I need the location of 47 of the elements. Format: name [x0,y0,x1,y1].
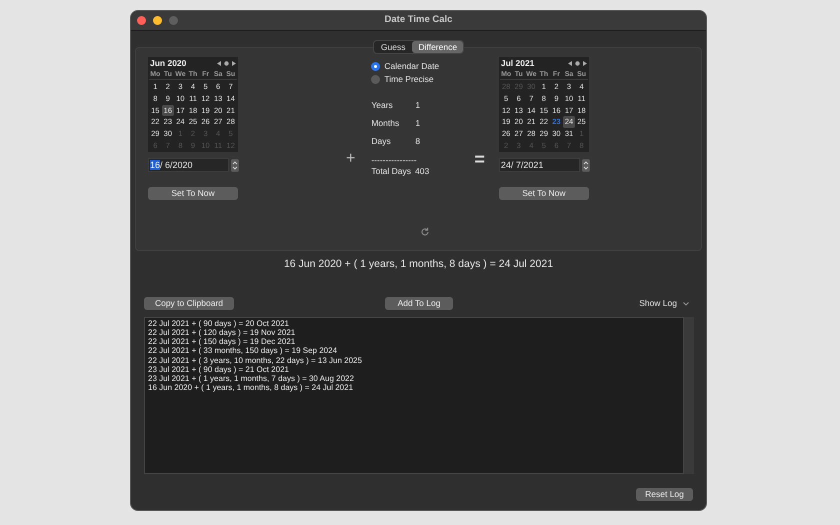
reset-log-button[interactable]: Reset Log [636,488,693,501]
add-to-log-button[interactable]: Add To Log [385,297,453,310]
total-label: Total Days [371,164,412,178]
separator-text: ---------------- [371,155,418,165]
radio-option[interactable]: Calendar Date [371,60,472,73]
previous-month-icon[interactable] [217,60,221,66]
total-value: 403 [415,164,430,178]
difference-value: 1 [415,116,420,130]
copy-button[interactable]: Copy to Clipboard [144,297,234,310]
stepper-icon[interactable] [231,158,239,172]
month-title: Jun 2020 [150,56,186,70]
show-log-dropdown[interactable]: Show Log [639,297,689,310]
log-entry: 22 Jul 2021 + ( 33 months, 150 days ) = 19 Sep 2024 [148,346,338,356]
today-dot-icon[interactable] [224,60,229,66]
set-to-now-button[interactable]: Set To Now [148,187,238,200]
difference-value: 8 [415,134,420,148]
close-button[interactable] [137,16,146,25]
date-field[interactable]: 24/ 7/2021 [498,158,580,172]
next-month-icon[interactable] [232,60,236,66]
difference-label: Days [371,134,392,148]
minimize-button[interactable] [153,16,162,25]
stepper-icon[interactable] [582,158,590,172]
log-entry: 22 Jul 2021 + ( 150 days ) = 19 Dec 2021 [148,337,296,346]
tab[interactable]: Guess [374,41,412,53]
log-entry: 23 Jul 2021 + ( 90 days ) = 21 Oct 2021 [148,364,289,374]
month-title: Jul 2021 [500,56,534,70]
equals-sign: = [474,151,485,167]
log-entry: 22 Jul 2021 + ( 90 days ) = 20 Oct 2021 [148,318,290,328]
set-to-now-button[interactable]: Set To Now [498,187,589,200]
next-month-icon[interactable] [582,60,587,66]
radio-option[interactable]: Time Precise [371,73,472,86]
difference-value: 1 [415,98,420,112]
log-entry: 16 Jun 2020 + ( 1 years, 1 months, 8 days ) = 24 Jul 2021 [148,383,354,392]
chevron-down-icon [683,302,689,306]
tab[interactable]: Difference [412,41,464,53]
plus-sign: + [346,151,356,167]
log-entry: 22 Jul 2021 + ( 120 days ) = 19 Nov 2021 [148,328,296,338]
refresh-icon[interactable] [420,227,430,237]
difference-label: Years [371,98,394,112]
today-dot-icon[interactable] [574,60,580,66]
date-field[interactable]: 16/ 6/2020 [148,158,230,172]
window-title: Date Time Calc [384,13,452,28]
difference-label: Months [371,116,400,130]
summary-text: 16 Jun 2020 + ( 1 years, 1 months, 8 days ) = 24 Jul 2021 [284,257,554,272]
previous-month-icon[interactable] [568,60,572,66]
log-entry: 22 Jul 2021 + ( 3 years, 10 months, 22 days ) = 13 Jun 2025 [148,356,363,365]
log-entry: 23 Jul 2021 + ( 1 years, 1 months, 7 days ) = 30 Aug 2022 [148,374,355,384]
